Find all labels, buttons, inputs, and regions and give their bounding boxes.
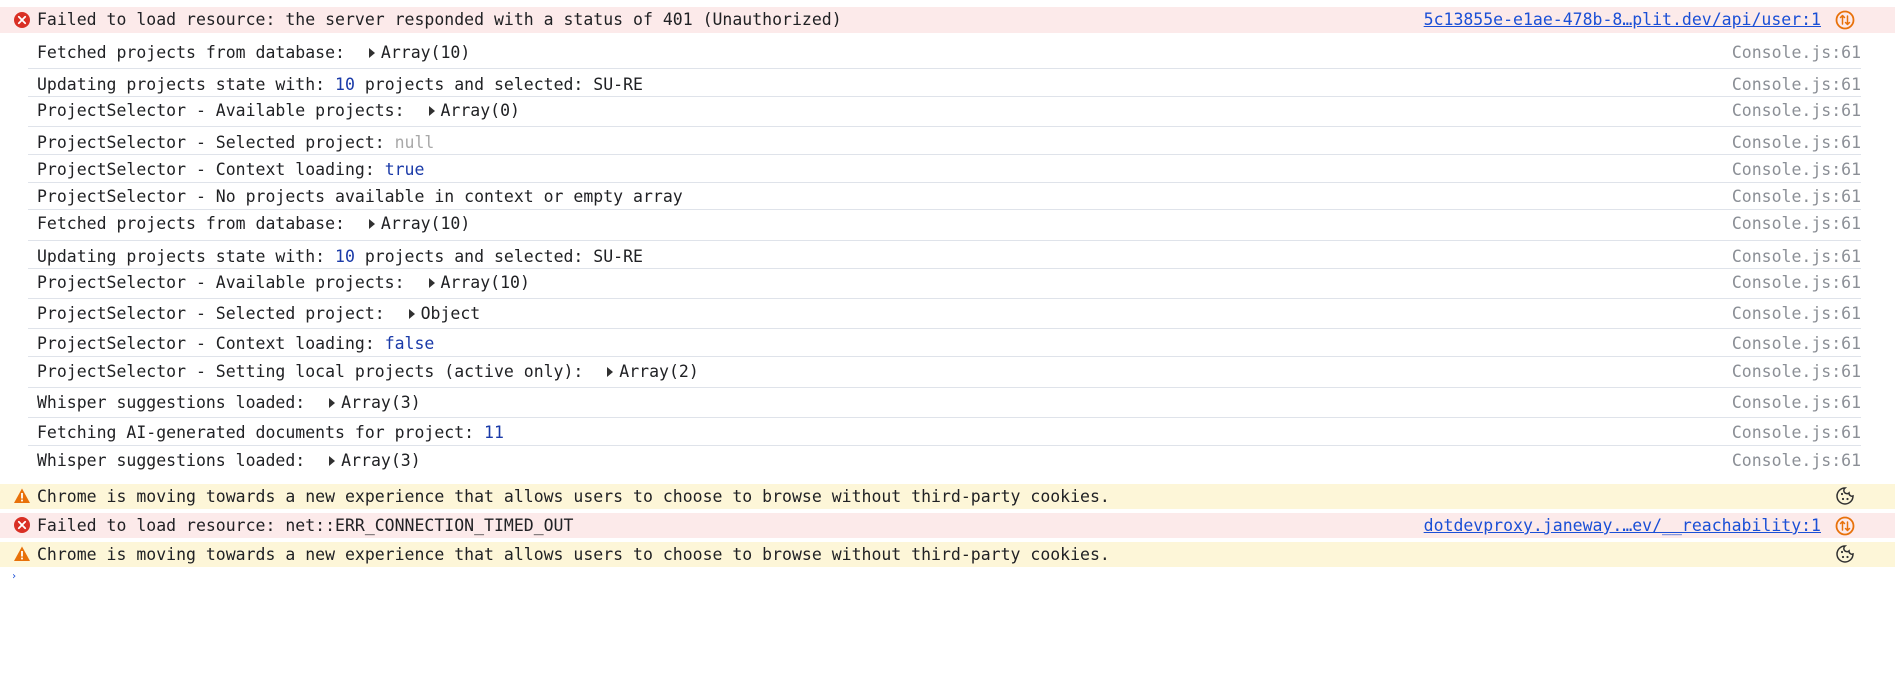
- source-location[interactable]: Console.js:61: [1732, 214, 1861, 233]
- expand-triangle-icon[interactable]: [329, 455, 336, 466]
- console-message: ProjectSelector - Available projects: Ar…: [37, 273, 530, 292]
- object-preview[interactable]: Array(10): [441, 273, 530, 292]
- console-message: Failed to load resource: net::ERR_CONNEC…: [37, 516, 574, 535]
- source-link[interactable]: 5c13855e-e1ae-478b-8…plit.dev/api/user:1: [1424, 10, 1821, 29]
- source-location[interactable]: Console.js:61: [1732, 101, 1861, 120]
- expand-triangle-icon[interactable]: [368, 218, 375, 229]
- row-spacer: [0, 475, 1895, 484]
- expand-triangle-icon[interactable]: [428, 105, 435, 116]
- object-preview[interactable]: Object: [421, 304, 481, 323]
- expand-triangle-icon[interactable]: [368, 47, 375, 58]
- console-message: Updating projects state with: 10 project…: [37, 247, 643, 266]
- warning-triangle-icon: [14, 488, 30, 503]
- expand-triangle-icon[interactable]: [408, 308, 415, 319]
- network-request-icon[interactable]: [1835, 516, 1855, 536]
- console-message: ProjectSelector - Context loading: true: [37, 160, 425, 179]
- source-location[interactable]: Console.js:61: [1732, 334, 1861, 353]
- console-message: ProjectSelector - Selected project: Obje…: [37, 304, 481, 323]
- console-message: ProjectSelector - Selected project: null: [37, 133, 435, 152]
- source-location[interactable]: Console.js:61: [1732, 393, 1861, 412]
- console-message: Fetching AI-generated documents for proj…: [37, 423, 504, 442]
- console-message: Chrome is moving towards a new experienc…: [37, 487, 1110, 506]
- cookie-icon[interactable]: [1835, 544, 1855, 564]
- source-location[interactable]: Console.js:61: [1732, 43, 1861, 62]
- console-message: Updating projects state with: 10 project…: [37, 75, 643, 94]
- source-link[interactable]: dotdevproxy.janeway.…ev/__reachability:1: [1424, 516, 1821, 535]
- console-log-row[interactable]: Whisper suggestions loaded: Array(3) Con…: [28, 446, 1861, 475]
- source-location[interactable]: Console.js:61: [1732, 247, 1861, 266]
- source-location[interactable]: Console.js:61: [1732, 362, 1861, 381]
- source-location[interactable]: Console.js:61: [1732, 273, 1861, 292]
- console-message: Failed to load resource: the server resp…: [37, 10, 842, 29]
- console-warning-row[interactable]: Chrome is moving towards a new experienc…: [0, 484, 1895, 509]
- source-location[interactable]: Console.js:61: [1732, 451, 1861, 470]
- console-prompt[interactable]: ›: [0, 567, 1895, 587]
- source-location[interactable]: Console.js:61: [1732, 304, 1861, 323]
- error-circle-icon: [14, 12, 30, 28]
- console-log-row[interactable]: Fetching AI-generated documents for proj…: [28, 418, 1861, 446]
- source-location[interactable]: Console.js:61: [1732, 160, 1861, 179]
- network-request-icon[interactable]: [1835, 10, 1855, 30]
- object-preview[interactable]: Array(10): [381, 43, 470, 62]
- object-preview[interactable]: Array(0): [441, 101, 520, 120]
- console-log-row[interactable]: ProjectSelector - Selected project: null…: [28, 127, 1861, 155]
- console-log-row[interactable]: ProjectSelector - Setting local projects…: [28, 357, 1861, 388]
- console-message: Whisper suggestions loaded: Array(3): [37, 451, 421, 470]
- console-log-row[interactable]: Updating projects state with: 10 project…: [28, 241, 1861, 269]
- console-message: ProjectSelector - No projects available …: [37, 187, 683, 206]
- cookie-icon[interactable]: [1835, 486, 1855, 506]
- console-message: ProjectSelector - Setting local projects…: [37, 362, 699, 381]
- object-preview[interactable]: Array(3): [341, 451, 420, 470]
- console-log-row[interactable]: Updating projects state with: 10 project…: [28, 69, 1861, 97]
- console-log-row[interactable]: ProjectSelector - Context loading: false…: [28, 329, 1861, 357]
- source-location[interactable]: Console.js:61: [1732, 133, 1861, 152]
- warning-triangle-icon: [14, 546, 30, 561]
- object-preview[interactable]: Array(2): [619, 362, 698, 381]
- console-log-row[interactable]: Fetched projects from database: Array(10…: [28, 210, 1861, 241]
- console-log-row[interactable]: Whisper suggestions loaded: Array(3) Con…: [28, 388, 1861, 418]
- console-message: Whisper suggestions loaded: Array(3): [37, 393, 421, 412]
- console-message: ProjectSelector - Context loading: false: [37, 334, 435, 353]
- object-preview[interactable]: Array(10): [381, 214, 470, 233]
- console-log-row[interactable]: ProjectSelector - Available projects: Ar…: [28, 97, 1861, 127]
- prompt-caret-icon: ›: [11, 571, 18, 582]
- object-preview[interactable]: Array(3): [341, 393, 420, 412]
- expand-triangle-icon[interactable]: [329, 397, 336, 408]
- console-warning-row[interactable]: Chrome is moving towards a new experienc…: [0, 542, 1895, 567]
- console-message: Chrome is moving towards a new experienc…: [37, 545, 1110, 564]
- console-error-row[interactable]: Failed to load resource: net::ERR_CONNEC…: [0, 513, 1895, 538]
- error-circle-icon: [14, 517, 30, 533]
- console-log-row[interactable]: ProjectSelector - Selected project: Obje…: [28, 299, 1861, 329]
- expand-triangle-icon[interactable]: [428, 277, 435, 288]
- expand-triangle-icon[interactable]: [607, 366, 614, 377]
- console-error-row[interactable]: Failed to load resource: the server resp…: [0, 7, 1895, 33]
- console-message: ProjectSelector - Available projects: Ar…: [37, 101, 520, 120]
- console-panel: Failed to load resource: the server resp…: [0, 7, 1895, 587]
- console-log-row[interactable]: ProjectSelector - Context loading: true …: [28, 155, 1861, 183]
- console-log-row[interactable]: ProjectSelector - Available projects: Ar…: [28, 269, 1861, 299]
- source-location[interactable]: Console.js:61: [1732, 187, 1861, 206]
- source-location[interactable]: Console.js:61: [1732, 423, 1861, 442]
- source-location[interactable]: Console.js:61: [1732, 75, 1861, 94]
- console-message: Fetched projects from database: Array(10…: [37, 214, 471, 233]
- console-message: Fetched projects from database: Array(10…: [37, 43, 471, 62]
- console-log-row[interactable]: ProjectSelector - No projects available …: [28, 183, 1861, 210]
- console-log-row[interactable]: Fetched projects from database: Array(10…: [28, 33, 1861, 69]
